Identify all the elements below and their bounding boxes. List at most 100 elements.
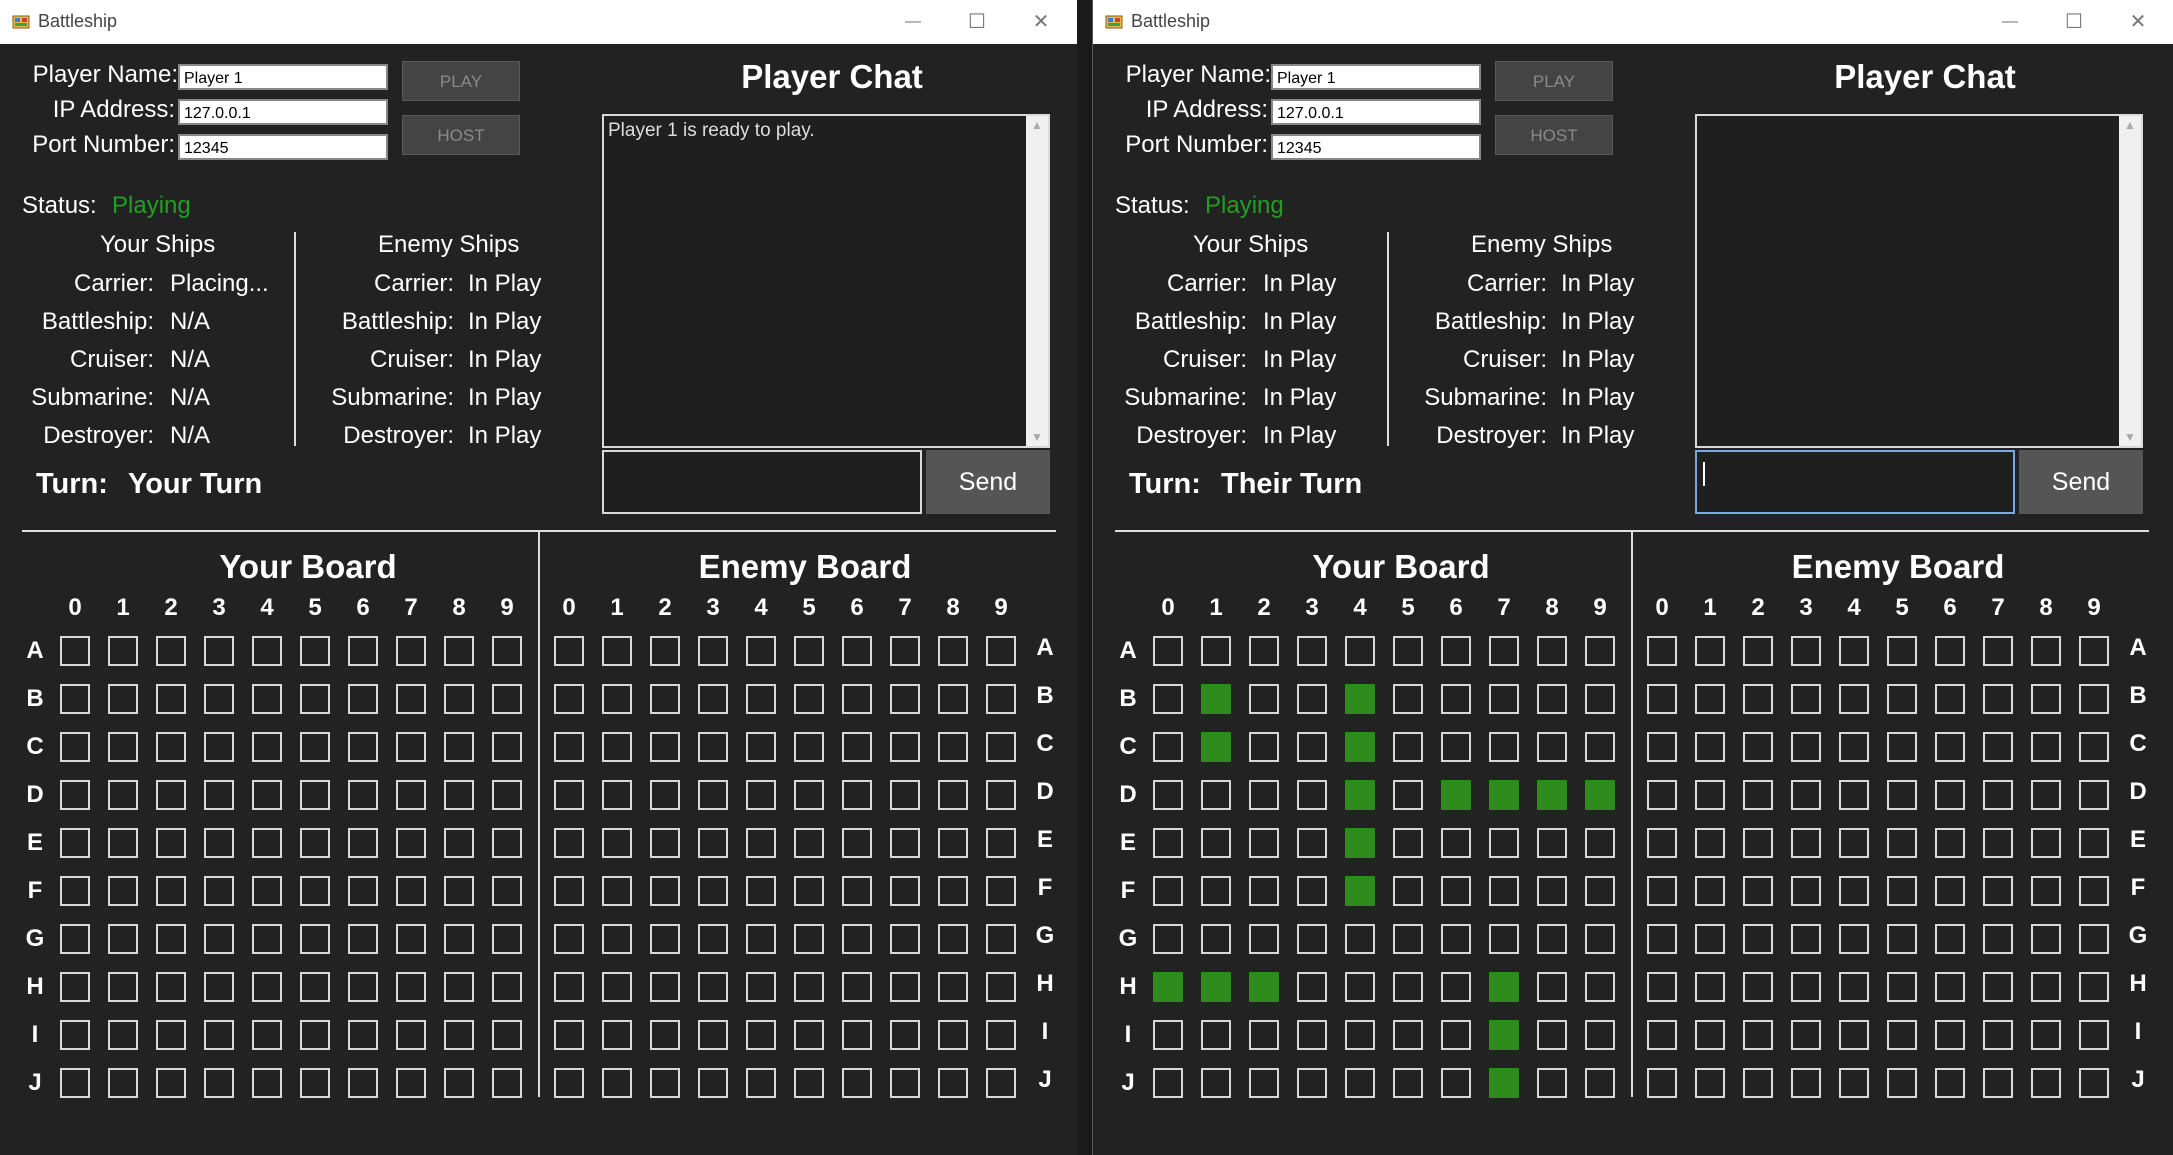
- your-board-cell[interactable]: [1345, 732, 1375, 762]
- enemy-board-cell[interactable]: [842, 684, 872, 714]
- enemy-board-cell[interactable]: [1983, 876, 2013, 906]
- enemy-board-cell[interactable]: [2031, 684, 2061, 714]
- your-board-cell[interactable]: [60, 828, 90, 858]
- enemy-board-cell[interactable]: [1935, 1068, 1965, 1098]
- enemy-board-cell[interactable]: [554, 972, 584, 1002]
- your-board-cell[interactable]: [1297, 1020, 1327, 1050]
- your-board-cell[interactable]: [1345, 1020, 1375, 1050]
- your-board-cell[interactable]: [1393, 780, 1423, 810]
- enemy-board-cell[interactable]: [1839, 780, 1869, 810]
- your-board-cell[interactable]: [156, 780, 186, 810]
- your-board-cell[interactable]: [1345, 828, 1375, 858]
- your-board-cell[interactable]: [1537, 924, 1567, 954]
- your-board-cell[interactable]: [1489, 828, 1519, 858]
- enemy-board-cell[interactable]: [986, 972, 1016, 1002]
- enemy-board-cell[interactable]: [602, 1020, 632, 1050]
- your-board-cell[interactable]: [1537, 828, 1567, 858]
- your-board-cell[interactable]: [1297, 924, 1327, 954]
- your-board-cell[interactable]: [108, 828, 138, 858]
- your-board-cell[interactable]: [1153, 876, 1183, 906]
- enemy-board-cell[interactable]: [2079, 636, 2109, 666]
- scroll-down-icon[interactable]: ▼: [2119, 430, 2141, 444]
- send-button[interactable]: Send: [926, 450, 1050, 514]
- your-board-cell[interactable]: [1537, 684, 1567, 714]
- your-board-cell[interactable]: [1153, 1068, 1183, 1098]
- your-board-cell[interactable]: [156, 636, 186, 666]
- your-board-cell[interactable]: [300, 780, 330, 810]
- your-board-cell[interactable]: [1153, 684, 1183, 714]
- your-board-cell[interactable]: [156, 924, 186, 954]
- your-board-cell[interactable]: [1393, 972, 1423, 1002]
- enemy-board-cell[interactable]: [1791, 780, 1821, 810]
- enemy-board-cell[interactable]: [842, 732, 872, 762]
- your-board-cell[interactable]: [1297, 684, 1327, 714]
- enemy-board-cell[interactable]: [1839, 684, 1869, 714]
- enemy-board-cell[interactable]: [1935, 732, 1965, 762]
- your-board-cell[interactable]: [1201, 828, 1231, 858]
- your-board-cell[interactable]: [1585, 1020, 1615, 1050]
- enemy-board-cell[interactable]: [938, 1068, 968, 1098]
- your-board-cell[interactable]: [252, 876, 282, 906]
- your-board-cell[interactable]: [108, 924, 138, 954]
- enemy-board-cell[interactable]: [1839, 924, 1869, 954]
- your-board-cell[interactable]: [1153, 972, 1183, 1002]
- enemy-board-cell[interactable]: [1983, 636, 2013, 666]
- your-board-cell[interactable]: [444, 972, 474, 1002]
- your-board-cell[interactable]: [1393, 828, 1423, 858]
- enemy-board-cell[interactable]: [1887, 1020, 1917, 1050]
- your-board-cell[interactable]: [1249, 732, 1279, 762]
- your-board-cell[interactable]: [1393, 636, 1423, 666]
- enemy-board-cell[interactable]: [794, 1068, 824, 1098]
- your-board-cell[interactable]: [492, 780, 522, 810]
- port-number-input[interactable]: 12345: [1271, 134, 1481, 160]
- your-board-cell[interactable]: [348, 1068, 378, 1098]
- enemy-board-cell[interactable]: [1887, 780, 1917, 810]
- enemy-board-cell[interactable]: [986, 876, 1016, 906]
- your-board-cell[interactable]: [1537, 1068, 1567, 1098]
- maximize-icon[interactable]: ☐: [2042, 4, 2106, 40]
- your-board-cell[interactable]: [1201, 636, 1231, 666]
- enemy-board-cell[interactable]: [938, 780, 968, 810]
- your-board-cell[interactable]: [444, 876, 474, 906]
- enemy-board-cell[interactable]: [554, 684, 584, 714]
- your-board-cell[interactable]: [1297, 876, 1327, 906]
- enemy-board-cell[interactable]: [1935, 780, 1965, 810]
- enemy-board-cell[interactable]: [794, 876, 824, 906]
- your-board-cell[interactable]: [108, 876, 138, 906]
- enemy-board-cell[interactable]: [938, 876, 968, 906]
- enemy-board-cell[interactable]: [2079, 828, 2109, 858]
- chat-input[interactable]: [602, 450, 922, 514]
- your-board-cell[interactable]: [396, 876, 426, 906]
- enemy-board-cell[interactable]: [1743, 780, 1773, 810]
- enemy-board-cell[interactable]: [1647, 1020, 1677, 1050]
- enemy-board-cell[interactable]: [842, 972, 872, 1002]
- your-board-cell[interactable]: [156, 732, 186, 762]
- play-button[interactable]: PLAY: [1495, 61, 1613, 101]
- enemy-board-cell[interactable]: [1983, 732, 2013, 762]
- your-board-cell[interactable]: [204, 828, 234, 858]
- your-board-cell[interactable]: [60, 636, 90, 666]
- your-board-cell[interactable]: [156, 876, 186, 906]
- enemy-board-cell[interactable]: [890, 732, 920, 762]
- enemy-board-cell[interactable]: [2031, 972, 2061, 1002]
- enemy-board-cell[interactable]: [986, 1068, 1016, 1098]
- your-board-cell[interactable]: [1441, 828, 1471, 858]
- enemy-board-cell[interactable]: [554, 828, 584, 858]
- enemy-board-cell[interactable]: [890, 876, 920, 906]
- enemy-board-cell[interactable]: [554, 876, 584, 906]
- enemy-board-cell[interactable]: [698, 876, 728, 906]
- your-board-cell[interactable]: [396, 1068, 426, 1098]
- enemy-board-cell[interactable]: [1935, 684, 1965, 714]
- enemy-board-cell[interactable]: [650, 1020, 680, 1050]
- enemy-board-cell[interactable]: [1695, 780, 1725, 810]
- enemy-board-cell[interactable]: [1839, 1068, 1869, 1098]
- enemy-board-cell[interactable]: [938, 732, 968, 762]
- your-board-cell[interactable]: [1585, 636, 1615, 666]
- enemy-board-cell[interactable]: [2079, 1020, 2109, 1050]
- enemy-board-cell[interactable]: [1839, 1020, 1869, 1050]
- your-board-cell[interactable]: [60, 972, 90, 1002]
- your-board-cell[interactable]: [1249, 780, 1279, 810]
- enemy-board-cell[interactable]: [2079, 876, 2109, 906]
- your-board-cell[interactable]: [444, 828, 474, 858]
- enemy-board-cell[interactable]: [1839, 876, 1869, 906]
